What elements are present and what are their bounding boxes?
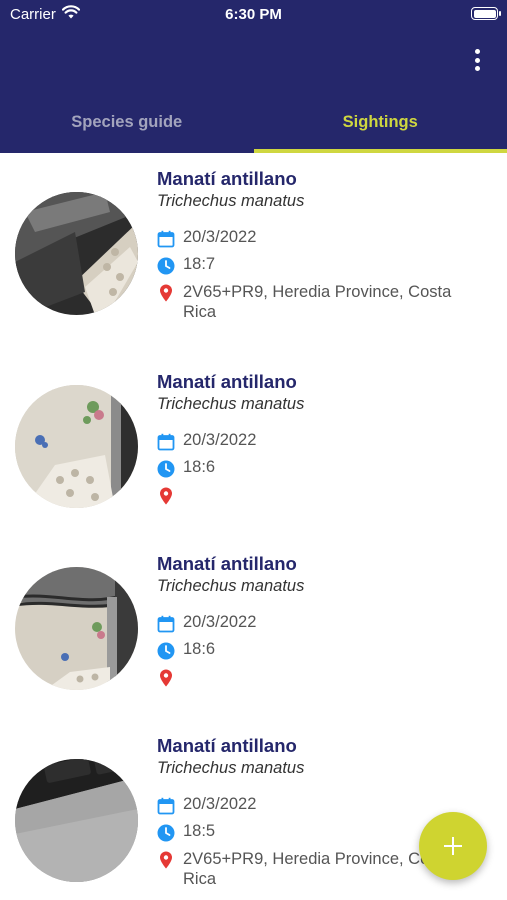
tab-bar: Species guide Sightings [0, 94, 507, 153]
scientific-name: Trichechus manatus [157, 395, 305, 413]
location-pin-icon [160, 487, 172, 505]
sighting-date: 20/3/2022 [183, 228, 257, 246]
status-bar: Carrier 6:30 PM [0, 0, 507, 30]
list-item[interactable]: Manatí antillano Trichechus manatus 20/3… [0, 153, 507, 335]
calendar-icon [157, 797, 175, 815]
list-item[interactable]: Manatí antillano Trichechus manatus 20/3… [0, 720, 507, 900]
common-name: Manatí antillano [157, 735, 297, 756]
location-pin-icon [160, 851, 172, 869]
calendar-icon [157, 230, 175, 248]
sighting-photo [15, 385, 138, 508]
list-item[interactable]: Manatí antillano Trichechus manatus 20/3… [0, 538, 507, 720]
add-icon [444, 837, 462, 855]
clock-icon [157, 460, 175, 478]
common-name: Manatí antillano [157, 168, 297, 189]
battery-icon [471, 7, 498, 20]
calendar-icon [157, 433, 175, 451]
sighting-time: 18:5 [183, 822, 216, 840]
more-vert-icon[interactable] [466, 46, 488, 74]
scientific-name: Trichechus manatus [157, 577, 305, 595]
common-name: Manatí antillano [157, 371, 297, 392]
location-pin-icon [160, 669, 172, 687]
list-item[interactable]: Manatí antillano Trichechus manatus 20/3… [0, 356, 507, 538]
sighting-time: 18:6 [183, 458, 216, 476]
sighting-photo [15, 759, 138, 882]
app-bar: Carrier 6:30 PM [0, 0, 507, 94]
sighting-photo [15, 567, 138, 690]
sighting-date: 20/3/2022 [183, 613, 257, 631]
sightings-list: Manatí antillano Trichechus manatus 20/3… [0, 153, 507, 900]
tab-sightings[interactable]: Sightings [254, 94, 507, 153]
clock-icon [157, 257, 175, 275]
sighting-location: 2V65+PR9, Heredia Province, Costa Rica [183, 283, 452, 321]
sighting-time: 18:6 [183, 640, 216, 658]
clock-icon [157, 824, 175, 842]
sighting-time: 18:7 [183, 255, 216, 273]
calendar-icon [157, 615, 175, 633]
sighting-photo [15, 192, 138, 315]
common-name: Manatí antillano [157, 553, 297, 574]
add-sighting-button[interactable] [419, 812, 487, 880]
scientific-name: Trichechus manatus [157, 192, 305, 210]
battery-cap [499, 11, 501, 16]
sighting-date: 20/3/2022 [183, 795, 257, 813]
clock-icon [157, 642, 175, 660]
tab-species-guide[interactable]: Species guide [0, 94, 254, 153]
status-time: 6:30 PM [225, 6, 282, 23]
location-pin-icon [160, 284, 172, 302]
sighting-date: 20/3/2022 [183, 431, 257, 449]
scientific-name: Trichechus manatus [157, 759, 305, 777]
